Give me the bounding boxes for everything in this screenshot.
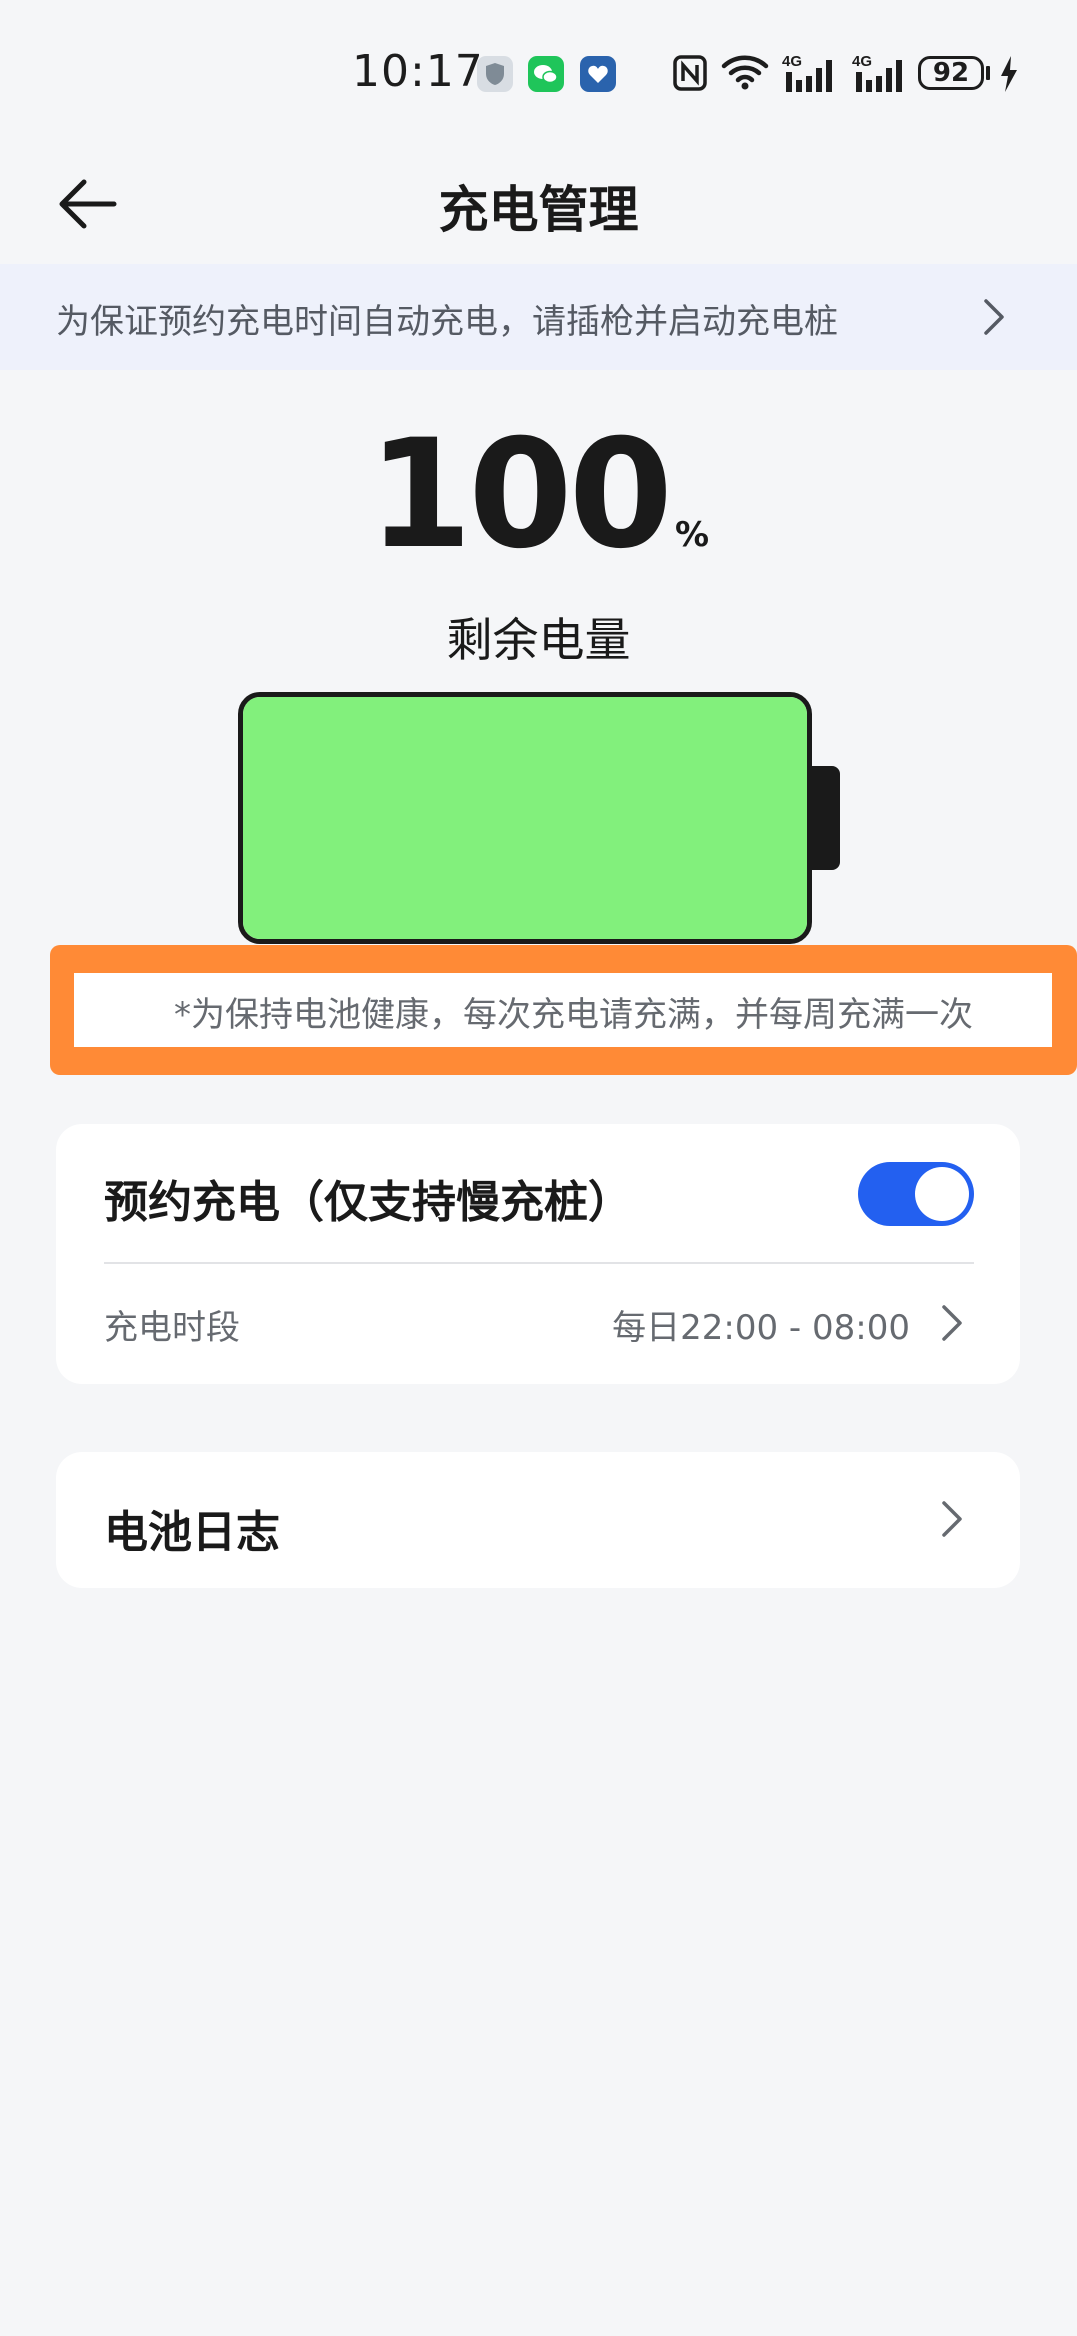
signal-icon: 4G <box>852 52 910 98</box>
scheduled-charging-card: 预约充电（仅支持慢充桩） 充电时段 每日22:00 - 08:00 <box>56 1124 1020 1384</box>
network-label-1: 4G <box>782 53 802 70</box>
battery-health-tip: *为保持电池健康，每次充电请充满，并每周充满一次 <box>74 973 1052 1047</box>
battery-illustration <box>238 692 812 944</box>
battery-percent-unit: % <box>675 515 710 555</box>
scheduled-charging-title: 预约充电（仅支持慢充桩） <box>104 1177 632 1228</box>
charging-period-value: 每日22:00 - 08:00 <box>612 1308 910 1348</box>
status-bar: 10:17 4G 4G 92 <box>0 0 1077 150</box>
scheduled-charging-toggle[interactable] <box>858 1162 974 1226</box>
battery-icon: 92 <box>918 56 984 90</box>
battery-log-title: 电池日志 <box>104 1507 280 1558</box>
shield-icon <box>477 56 513 92</box>
network-label-2: 4G <box>852 53 872 70</box>
battery-icon-tip <box>986 66 990 80</box>
charging-period-label: 充电时段 <box>104 1308 240 1348</box>
wechat-icon <box>528 56 564 92</box>
divider <box>104 1262 974 1264</box>
notice-banner[interactable]: 为保证预约充电时间自动充电，请插枪并启动充电桩 <box>0 264 1077 370</box>
toggle-knob <box>915 1167 969 1221</box>
heart-icon <box>580 56 616 92</box>
wifi-icon <box>720 52 770 96</box>
tip-text: *为保持电池健康，每次充电请充满，并每周充满一次 <box>174 995 973 1035</box>
battery-fill <box>243 697 807 939</box>
battery-log-card[interactable]: 电池日志 <box>56 1452 1020 1588</box>
chevron-right-icon <box>978 296 1008 342</box>
charging-icon <box>998 54 1020 98</box>
battery-illustration-tip <box>812 766 840 870</box>
battery-percent-value: 100 <box>367 408 673 582</box>
header: 充电管理 <box>0 150 1077 260</box>
nfc-icon <box>672 54 708 96</box>
page-title: 充电管理 <box>438 181 639 239</box>
signal-icon: 4G <box>782 52 840 98</box>
status-time: 10:17 <box>352 46 484 97</box>
battery-percent: 100% <box>0 420 1077 570</box>
chevron-right-icon <box>936 1498 966 1544</box>
chevron-right-icon <box>936 1302 966 1348</box>
notice-text: 为保证预约充电时间自动充电，请插枪并启动充电桩 <box>56 302 838 342</box>
remaining-charge-label: 剩余电量 <box>446 613 631 667</box>
highlight-frame: *为保持电池健康，每次充电请充满，并每周充满一次 <box>50 945 1077 1075</box>
